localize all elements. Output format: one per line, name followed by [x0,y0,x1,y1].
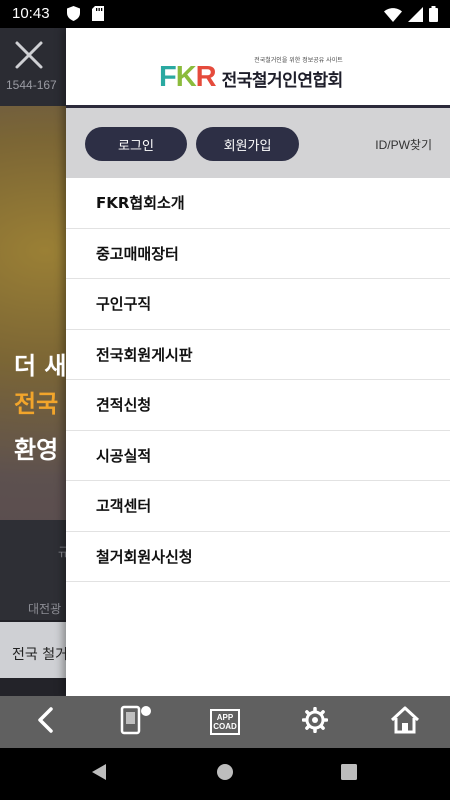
drawer-logo-area: FKR 전국철거인을 위한 정보공유 사이트 전국철거인연합회 [66,28,450,106]
settings-button[interactable] [270,696,360,748]
status-bar: 10:43 [0,0,450,28]
app-coad-icon: APP COAD [210,709,240,735]
menu-item-label: 고객센터 [96,497,152,516]
logo-tagline: 전국철거인을 위한 정보공유 사이트 [254,57,343,64]
logo-letters: FKR [159,61,217,93]
menu-item-label: 전국회원게시판 [96,345,193,364]
background-strip-text: 전국 철거 [12,647,68,663]
menu-item-label: 시공실적 [96,446,152,465]
menu-item-member-apply[interactable]: 철거회원사신청 [66,532,450,582]
menu-item-used-market[interactable]: 중고매매장터 [66,229,450,279]
logo-name: 전국철거인연합회 [221,71,344,91]
drawer-menu: FKR협회소개 중고매매장터 구인구직 전국회원게시판 견적신청 시공실적 고객… [66,178,450,582]
menu-item-label: FKR협회소개 [96,194,185,213]
menu-item-label: 중고매매장터 [96,244,179,263]
find-id-pw-link[interactable]: ID/PW찾기 [375,136,432,153]
system-back-button[interactable] [64,748,134,800]
circle-home-icon [216,763,234,785]
menu-item-portfolio[interactable]: 시공실적 [66,431,450,481]
status-time: 10:43 [12,5,50,22]
signup-button[interactable]: 회원가입 [196,127,299,161]
system-navigation-bar [0,748,450,800]
fkr-logo[interactable]: FKR 전국철거인을 위한 정보공유 사이트 전국철거인연합회 [159,55,344,93]
home-button[interactable] [360,696,450,748]
mobile-card-icon [118,705,152,739]
menu-item-member-board[interactable]: 전국회원게시판 [66,330,450,380]
menu-item-label: 견적신청 [96,396,152,415]
signal-icon [408,6,423,26]
menu-item-jobs[interactable]: 구인구직 [66,279,450,330]
menu-item-label: 구인구직 [96,295,152,314]
system-recents-button[interactable] [314,748,384,800]
menu-item-label: 철거회원사신청 [96,547,193,566]
sd-card-icon [92,6,104,25]
hero-text-line3: 환영 [14,436,59,464]
wifi-icon [384,7,402,26]
shield-icon [67,6,80,25]
close-icon[interactable] [12,38,46,72]
background-lower-text: 대전광 [28,602,62,616]
back-icon [36,706,54,738]
battery-icon [429,6,438,26]
background-phone-number[interactable]: 1544-167 [6,78,57,92]
back-button[interactable] [0,696,90,748]
menu-item-about[interactable]: FKR협회소개 [66,178,450,229]
triangle-back-icon [91,763,107,785]
system-home-button[interactable] [190,748,260,800]
app-coad-button[interactable]: APP COAD [180,696,270,748]
hero-text-line1: 더 새 [14,352,67,380]
mobile-card-button[interactable] [90,696,180,748]
auth-bar: 로그인 회원가입 ID/PW찾기 [66,108,450,178]
square-recents-icon [341,764,357,784]
gear-icon [301,706,329,737]
home-icon [390,706,420,738]
menu-item-customer-center[interactable]: 고객센터 [66,481,450,532]
bottom-toolbar: APP COAD [0,696,450,748]
navigation-drawer: FKR 전국철거인을 위한 정보공유 사이트 전국철거인연합회 로그인 회원가입… [66,28,450,696]
hero-text-line2: 전국 [14,390,59,418]
login-button[interactable]: 로그인 [85,127,187,161]
menu-item-estimate[interactable]: 견적신청 [66,380,450,431]
